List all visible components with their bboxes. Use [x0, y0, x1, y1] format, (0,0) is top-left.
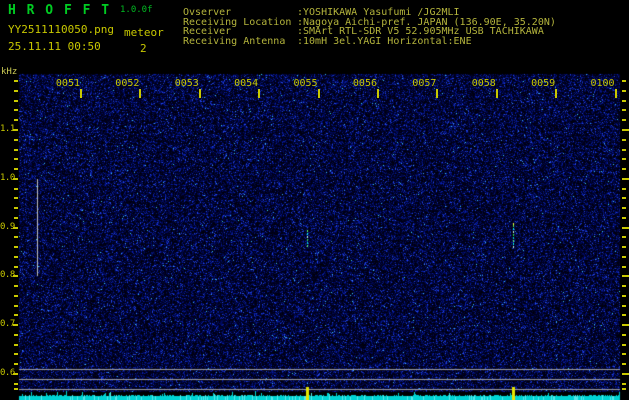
spectrogram-canvas — [0, 0, 629, 400]
station-info: Ovserver:YOSHIKAWA Yasufumi /JG2MLI Recei… — [183, 8, 556, 47]
station-info-line: Receiving Antenna :10mH 3el.YAGI Horizont… — [183, 35, 556, 47]
output-filename: YY2511110050.png — [8, 23, 114, 36]
station-info-value: :10mH 3el.YAGI Horizontal:ENE — [297, 35, 472, 47]
hrofft-output: H R O F F T 1.0.0f YY2511110050.png mete… — [0, 0, 629, 400]
station-info-label: Receiving Antenna — [183, 35, 286, 47]
mode-label: meteor — [124, 26, 164, 39]
observation-datetime: 25.11.11 00:50 — [8, 40, 101, 53]
app-version: 1.0.0f — [120, 5, 153, 15]
app-title: H R O F F T — [8, 3, 111, 18]
freq-axis-unit: kHz — [1, 67, 18, 77]
echo-count: 2 — [140, 42, 147, 55]
